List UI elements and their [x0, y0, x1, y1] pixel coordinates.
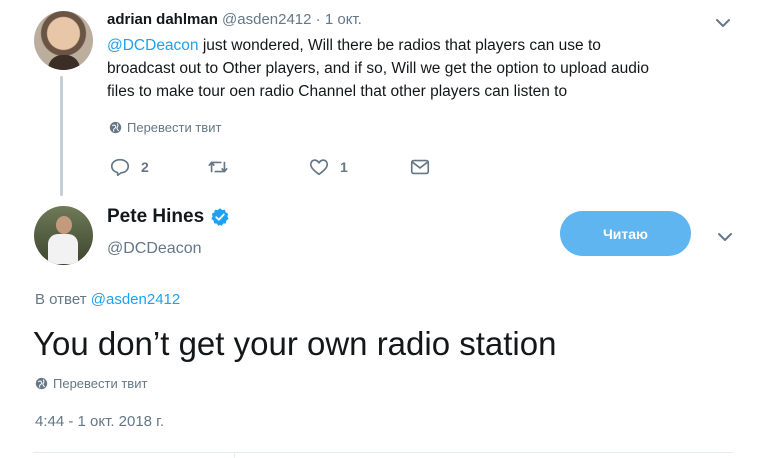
following-button[interactable]: Читаю — [560, 211, 691, 256]
like-count: 1 — [340, 159, 348, 175]
tweet-text: @DCDeacon just wondered, Will there be r… — [107, 34, 667, 103]
divider — [33, 452, 733, 453]
message-icon — [410, 159, 430, 175]
reply-to-handle[interactable]: @asden2412 — [91, 291, 180, 308]
tweet-menu-button[interactable] — [715, 15, 731, 31]
author-handle[interactable]: @DCDeacon — [107, 240, 202, 258]
avatar[interactable] — [34, 11, 93, 70]
globe-icon — [35, 377, 48, 390]
translate-label: Перевести твит — [53, 376, 148, 391]
like-icon — [309, 159, 329, 176]
translate-tweet-link[interactable]: Перевести твит — [109, 120, 221, 135]
retweet-icon — [208, 161, 228, 173]
translate-label: Перевести твит — [127, 120, 222, 135]
avatar[interactable] — [34, 206, 93, 265]
translate-tweet-link[interactable]: Перевести твит — [35, 376, 147, 391]
mention-link[interactable]: @DCDeacon — [107, 37, 199, 54]
author-handle[interactable]: @asden2412 — [222, 11, 311, 28]
tweet-date[interactable]: 1 окт. — [325, 11, 362, 28]
reply-to-prefix: В ответ — [35, 291, 91, 308]
thread-connector-line — [60, 76, 63, 196]
chevron-down-icon — [716, 19, 730, 27]
reply-icon — [110, 158, 130, 177]
tweet-text: You don’t get your own radio station — [33, 325, 557, 362]
tweet-menu-button[interactable] — [717, 229, 733, 245]
verified-icon — [211, 208, 229, 226]
author-name-row: Pete Hines — [107, 206, 230, 228]
globe-icon — [109, 121, 122, 134]
verified-badge — [210, 207, 230, 227]
direct-message-button[interactable] — [409, 156, 431, 178]
author-name[interactable]: Pete Hines — [107, 206, 204, 228]
separator: · — [315, 11, 321, 28]
reply-count: 2 — [141, 159, 149, 175]
reply-button[interactable]: 2 — [109, 156, 149, 178]
author-name[interactable]: adrian dahlman — [107, 11, 218, 28]
tweet-header: adrian dahlman @asden2412 · 1 окт. — [107, 10, 747, 30]
divider — [234, 452, 235, 458]
retweet-button[interactable] — [207, 156, 239, 178]
reply-tweet: adrian dahlman @asden2412 · 1 окт. @DCDe… — [107, 10, 747, 103]
reply-context: В ответ @asden2412 — [35, 291, 180, 308]
like-button[interactable]: 1 — [308, 156, 348, 178]
chevron-down-icon — [718, 233, 732, 241]
tweet-timestamp[interactable]: 4:44 - 1 окт. 2018 г. — [35, 413, 164, 430]
